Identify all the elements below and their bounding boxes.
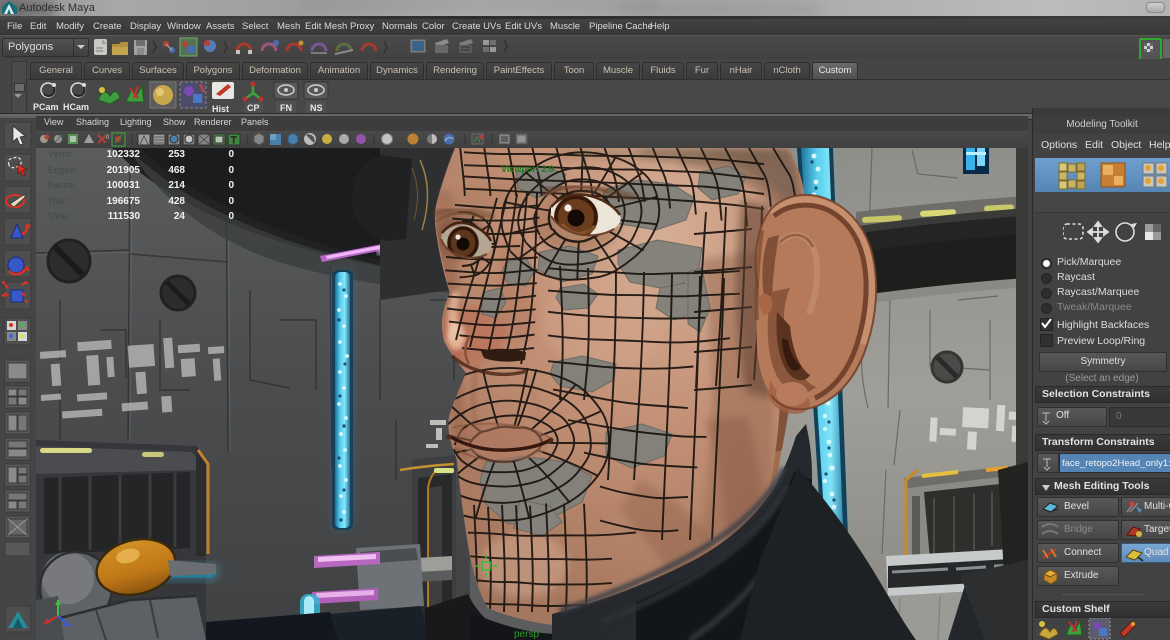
svg-text:FN: FN (280, 103, 292, 113)
svg-text:persp: persp (514, 629, 539, 640)
svg-text:111530: 111530 (108, 211, 141, 222)
svg-text:Verts:: Verts: (48, 149, 73, 159)
svg-text:0: 0 (228, 196, 234, 207)
svg-text:196675: 196675 (107, 196, 141, 207)
svg-text:0: 0 (106, 135, 110, 141)
svg-text:24: 24 (174, 211, 186, 222)
svg-text:NS: NS (310, 103, 323, 113)
svg-text:Viewport 2.0: Viewport 2.0 (501, 164, 554, 174)
svg-text:HCam: HCam (63, 102, 89, 112)
svg-text:PCam: PCam (33, 102, 59, 112)
svg-text:Hist: Hist (212, 104, 229, 113)
svg-text:253: 253 (168, 149, 185, 160)
svg-text:0: 0 (228, 149, 234, 160)
svg-text:214: 214 (168, 180, 185, 191)
svg-text:0: 0 (228, 180, 234, 191)
svg-text:428: 428 (168, 196, 185, 207)
svg-text:Tris:: Tris: (48, 196, 67, 206)
svg-text:0: 0 (228, 165, 234, 176)
svg-text:102332: 102332 (107, 149, 141, 160)
svg-text:Edges:: Edges: (48, 165, 78, 175)
svg-text:201905: 201905 (107, 165, 141, 176)
svg-text:T: T (231, 135, 237, 145)
svg-text:CP: CP (247, 103, 260, 113)
svg-text:Faces:: Faces: (48, 180, 77, 190)
svg-text:100031: 100031 (107, 180, 141, 191)
svg-text:0: 0 (228, 211, 234, 222)
svg-text:468: 468 (168, 165, 185, 176)
svg-text:UVs:: UVs: (48, 211, 69, 221)
